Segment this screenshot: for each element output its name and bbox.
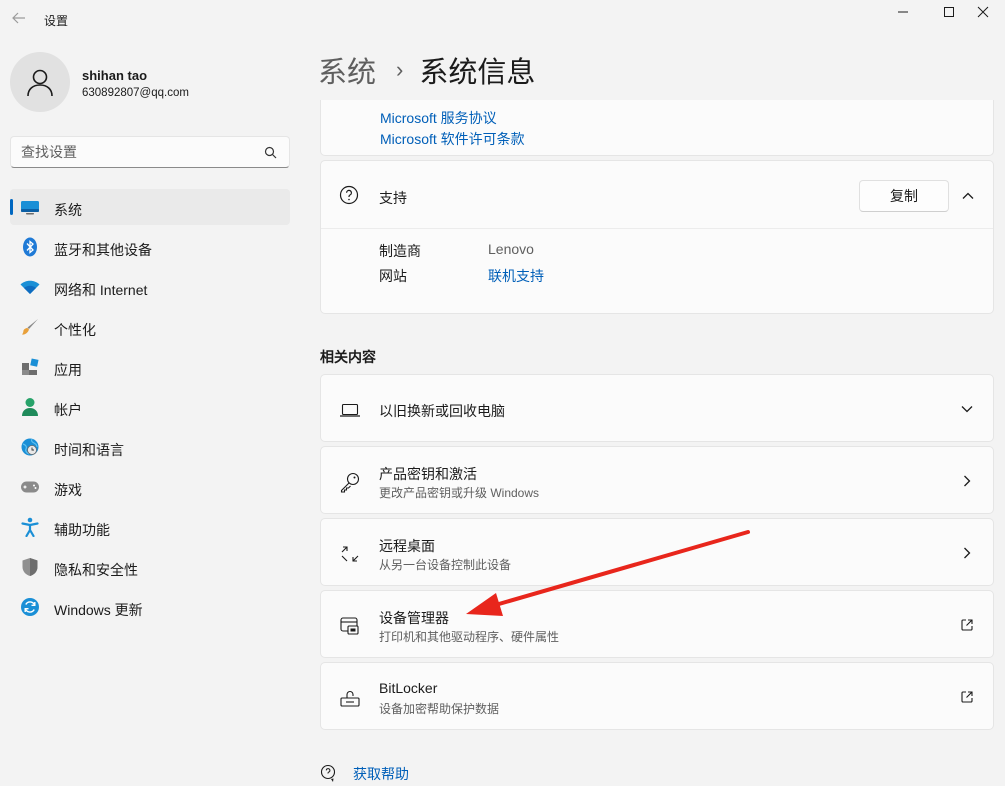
question-circle-icon <box>339 185 359 208</box>
wifi-icon <box>20 277 40 297</box>
related-item-trade-in[interactable]: 以旧换新或回收电脑 <box>320 374 994 442</box>
website-label: 网站 <box>379 268 407 284</box>
row-title: 以旧换新或回收电脑 <box>379 403 505 419</box>
minimize-button[interactable] <box>880 0 926 24</box>
sidebar-item-gaming[interactable]: 游戏 <box>10 469 290 505</box>
online-support-link[interactable]: 联机支持 <box>488 266 544 286</box>
sidebar-item-windows-update[interactable]: Windows 更新 <box>10 589 290 625</box>
sidebar-item-label: 时间和语言 <box>54 442 124 458</box>
breadcrumb: 系统 › 系统信息 <box>318 50 535 90</box>
sidebar-item-network[interactable]: 网络和 Internet <box>10 269 290 305</box>
row-subtitle: 打印机和其他驱动程序、硬件属性 <box>379 630 560 644</box>
close-icon <box>977 6 989 18</box>
bitlocker-lock-icon <box>339 687 361 709</box>
sidebar-item-system[interactable]: 系统 <box>10 189 290 225</box>
sidebar-item-accounts[interactable]: 帐户 <box>10 389 290 425</box>
sidebar-nav: 系统 蓝牙和其他设备 网络和 Internet 个性化 应用 帐户 时间和语言 … <box>10 189 290 629</box>
title-bar: 设置 <box>0 0 1005 38</box>
sidebar-item-time-language[interactable]: 时间和语言 <box>10 429 290 465</box>
row-title: BitLocker <box>379 680 438 696</box>
sidebar-item-label: 帐户 <box>54 402 82 418</box>
shield-icon <box>20 557 40 577</box>
related-item-bitlocker[interactable]: BitLocker 设备加密帮助保护数据 <box>320 662 994 730</box>
gamepad-icon <box>20 477 40 497</box>
avatar <box>10 52 70 112</box>
sidebar-item-label: 系统 <box>54 202 82 218</box>
service-agreement-link[interactable]: Microsoft 服务协议 <box>380 108 497 128</box>
user-email: 630892807@qq.com <box>82 87 189 99</box>
related-content-title: 相关内容 <box>320 349 376 365</box>
sidebar-item-privacy[interactable]: 隐私和安全性 <box>10 549 290 585</box>
laptop-icon <box>339 399 361 421</box>
row-subtitle: 从另一台设备控制此设备 <box>379 558 512 572</box>
sidebar-item-bluetooth[interactable]: 蓝牙和其他设备 <box>10 229 290 265</box>
update-icon <box>20 597 40 617</box>
chevron-right-icon <box>959 545 975 561</box>
sidebar-item-label: 蓝牙和其他设备 <box>54 242 152 258</box>
search-box <box>10 136 290 168</box>
row-subtitle: 更改产品密钥或升级 Windows <box>379 486 540 500</box>
sidebar-item-label: 网络和 Internet <box>54 282 148 298</box>
manufacturer-value: Lenovo <box>488 241 534 257</box>
manufacturer-label: 制造商 <box>379 243 421 259</box>
chevron-up-icon[interactable] <box>961 189 975 206</box>
breadcrumb-parent[interactable]: 系统 <box>318 49 376 91</box>
sidebar-item-label: Windows 更新 <box>54 602 143 618</box>
system-monitor-icon <box>20 197 40 217</box>
sidebar-item-personalization[interactable]: 个性化 <box>10 309 290 345</box>
get-help-link[interactable]: 获取帮助 <box>353 764 409 784</box>
maximize-icon <box>944 7 954 17</box>
close-button[interactable] <box>960 0 1005 24</box>
user-profile[interactable]: shihan tao 630892807@qq.com <box>10 52 300 112</box>
sidebar-item-label: 应用 <box>54 362 82 378</box>
page-title: 系统信息 <box>419 57 536 89</box>
row-title: 产品密钥和激活 <box>379 466 477 482</box>
search-input[interactable] <box>11 137 261 167</box>
accessibility-icon <box>20 517 40 537</box>
support-header[interactable]: 支持 复制 <box>321 161 993 229</box>
sidebar-item-label: 个性化 <box>54 322 96 338</box>
support-title: 支持 <box>379 190 407 206</box>
copy-button[interactable]: 复制 <box>859 180 949 212</box>
support-card: 支持 复制 制造商 Lenovo 网站 联机支持 <box>320 160 994 314</box>
license-terms-link[interactable]: Microsoft 软件许可条款 <box>380 129 525 149</box>
back-button[interactable] <box>10 9 28 27</box>
related-item-device-manager[interactable]: 设备管理器 打印机和其他驱动程序、硬件属性 <box>320 590 994 658</box>
breadcrumb-separator: › <box>396 57 404 82</box>
legal-links-card: Microsoft 服务协议 Microsoft 软件许可条款 <box>320 100 994 156</box>
chevron-down-icon <box>959 401 975 417</box>
sidebar-item-label: 辅助功能 <box>54 522 110 538</box>
sidebar-item-label: 隐私和安全性 <box>54 562 138 578</box>
sidebar-item-label: 游戏 <box>54 482 82 498</box>
related-item-remote-desktop[interactable]: 远程桌面 从另一台设备控制此设备 <box>320 518 994 586</box>
arrow-left-icon <box>12 12 25 24</box>
row-title: 远程桌面 <box>379 538 435 554</box>
chevron-right-icon <box>959 473 975 489</box>
remote-desktop-icon <box>339 543 361 565</box>
get-help[interactable]: 获取帮助 <box>320 764 409 784</box>
device-manager-icon <box>339 615 361 637</box>
minimize-icon <box>898 11 908 13</box>
related-item-product-key[interactable]: 产品密钥和激活 更改产品密钥或升级 Windows <box>320 446 994 514</box>
sidebar-item-accessibility[interactable]: 辅助功能 <box>10 509 290 545</box>
account-icon <box>20 397 40 417</box>
globe-clock-icon <box>20 437 40 457</box>
row-subtitle: 设备加密帮助保护数据 <box>379 702 500 716</box>
help-chat-icon <box>320 764 340 784</box>
apps-icon <box>20 357 40 377</box>
external-link-icon <box>959 617 975 633</box>
row-title: 设备管理器 <box>379 610 449 626</box>
search-icon[interactable] <box>264 146 277 162</box>
sidebar-item-apps[interactable]: 应用 <box>10 349 290 385</box>
window-title: 设置 <box>44 14 69 28</box>
bluetooth-icon <box>20 237 40 257</box>
external-link-icon <box>959 689 975 705</box>
key-icon <box>339 471 361 493</box>
person-icon <box>27 69 53 97</box>
user-name: shihan tao <box>82 68 148 83</box>
paintbrush-icon <box>20 317 40 337</box>
